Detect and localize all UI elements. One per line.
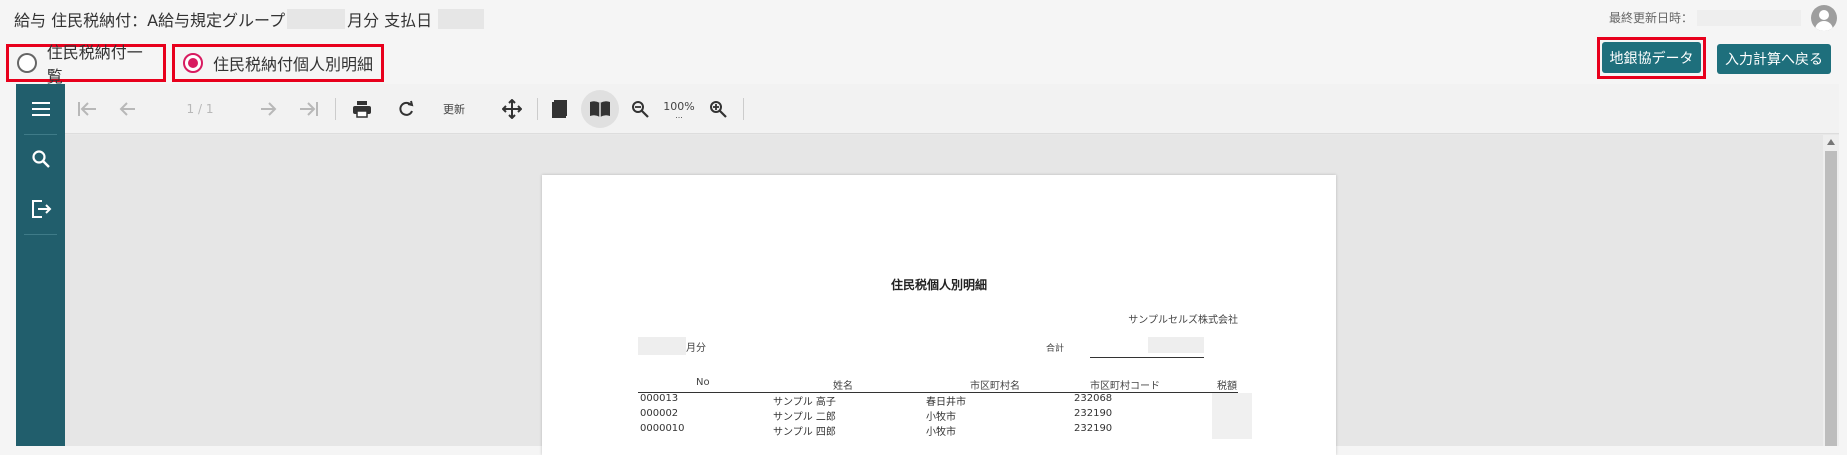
- zoom-out-icon[interactable]: [623, 84, 657, 134]
- title-prefix: 給与 住民税納付：A給与規定グループ: [14, 11, 286, 30]
- refresh-button[interactable]: 更新: [431, 84, 477, 134]
- viewer-toolbar: 1 / 1 更新 100% ...: [65, 84, 1839, 134]
- table-cell-city: 小牧市: [926, 412, 956, 423]
- export-icon[interactable]: [16, 184, 65, 234]
- radio-circle-selected-icon: [183, 53, 203, 73]
- report-viewer: 1 / 1 更新 100% ... 住民税個人別明細 サンプルセルズ株式会社 月…: [16, 84, 1839, 455]
- user-avatar-icon[interactable]: [1811, 5, 1837, 31]
- table-cell-name: サンプル 高子: [773, 397, 836, 408]
- column-header-tax: 税額: [1217, 381, 1237, 392]
- table-cell-city: 春日井市: [926, 397, 966, 408]
- page-title: 給与 住民税納付：A給与規定グループ 月分 支払日: [14, 7, 485, 31]
- table-cell-code: 232068: [1074, 393, 1113, 404]
- zoom-in-icon[interactable]: [701, 84, 735, 134]
- vertical-scrollbar[interactable]: [1823, 135, 1839, 446]
- last-updated: 最終更新日時：: [1609, 9, 1801, 26]
- prev-page-icon[interactable]: [113, 84, 141, 134]
- single-page-icon[interactable]: [543, 84, 577, 134]
- table-cell-no: 000002: [640, 408, 679, 419]
- top-bar: 給与 住民税納付：A給与規定グループ 月分 支払日 最終更新日時：: [0, 0, 1847, 38]
- table-cell-no: 000013: [640, 393, 679, 404]
- zoom-more: ...: [675, 110, 683, 120]
- radio-label: 住民税納付一覧: [46, 43, 143, 86]
- column-header-city: 市区町村名: [970, 381, 1020, 392]
- menu-icon[interactable]: [16, 84, 65, 134]
- column-header-name: 姓名: [833, 381, 853, 392]
- refresh-icon[interactable]: [389, 84, 423, 134]
- report-month: 月分: [638, 337, 706, 355]
- last-updated-label: 最終更新日時：: [1608, 11, 1693, 25]
- move-icon[interactable]: [495, 84, 529, 134]
- scroll-up-icon[interactable]: [1827, 139, 1835, 145]
- redacted-month: [287, 9, 346, 29]
- redacted-updated-time: [1697, 9, 1801, 26]
- redacted-total: [1148, 337, 1204, 353]
- scroll-thumb[interactable]: [1825, 151, 1837, 446]
- table-cell-name: サンプル 四郎: [773, 427, 836, 438]
- viewer-sidenav: [16, 84, 65, 446]
- redacted-pay-date: [438, 9, 485, 29]
- print-icon[interactable]: [345, 84, 379, 134]
- report-company: サンプルセルズ株式会社: [1128, 315, 1238, 326]
- table-cell-city: 小牧市: [926, 427, 956, 438]
- back-to-input-button[interactable]: 入力計算へ戻る: [1717, 44, 1831, 74]
- report-title: 住民税個人別明細: [890, 278, 987, 292]
- table-cell-no: 0000010: [640, 423, 685, 434]
- zoom-level[interactable]: 100% ...: [659, 84, 699, 134]
- first-page-icon[interactable]: [73, 84, 101, 134]
- next-page-icon[interactable]: [255, 84, 283, 134]
- last-page-icon[interactable]: [295, 84, 323, 134]
- title-month-label: 月分 支払日: [347, 11, 433, 30]
- column-header-city-code: 市区町村コード: [1090, 381, 1160, 392]
- redacted-report-month: [638, 337, 686, 355]
- radio-payment-list[interactable]: 住民税納付一覧: [6, 43, 166, 86]
- chigin-data-button[interactable]: 地銀協データ: [1602, 42, 1701, 73]
- search-icon[interactable]: [16, 134, 65, 184]
- redacted-tax-amounts: [1212, 393, 1252, 439]
- report-canvas: 住民税個人別明細 サンプルセルズ株式会社 月分 合計 No 姓名 市区町村名 市…: [65, 135, 1839, 455]
- table-cell-code: 232190: [1074, 408, 1113, 419]
- report-page: 住民税個人別明細 サンプルセルズ株式会社 月分 合計 No 姓名 市区町村名 市…: [542, 175, 1336, 455]
- report-month-suffix: 月分: [686, 342, 706, 354]
- table-cell-code: 232190: [1074, 423, 1113, 434]
- radio-circle-icon: [17, 53, 37, 73]
- radio-individual-detail[interactable]: 住民税納付個人別明細: [172, 44, 384, 82]
- column-header-no: No: [696, 377, 710, 388]
- page-indicator[interactable]: 1 / 1: [175, 84, 225, 134]
- radio-label: 住民税納付個人別明細: [213, 55, 374, 74]
- total-underline: [1090, 357, 1204, 358]
- table-cell-name: サンプル 二郎: [773, 412, 836, 423]
- book-view-icon[interactable]: [581, 84, 619, 134]
- report-total-label: 合計: [1046, 344, 1065, 354]
